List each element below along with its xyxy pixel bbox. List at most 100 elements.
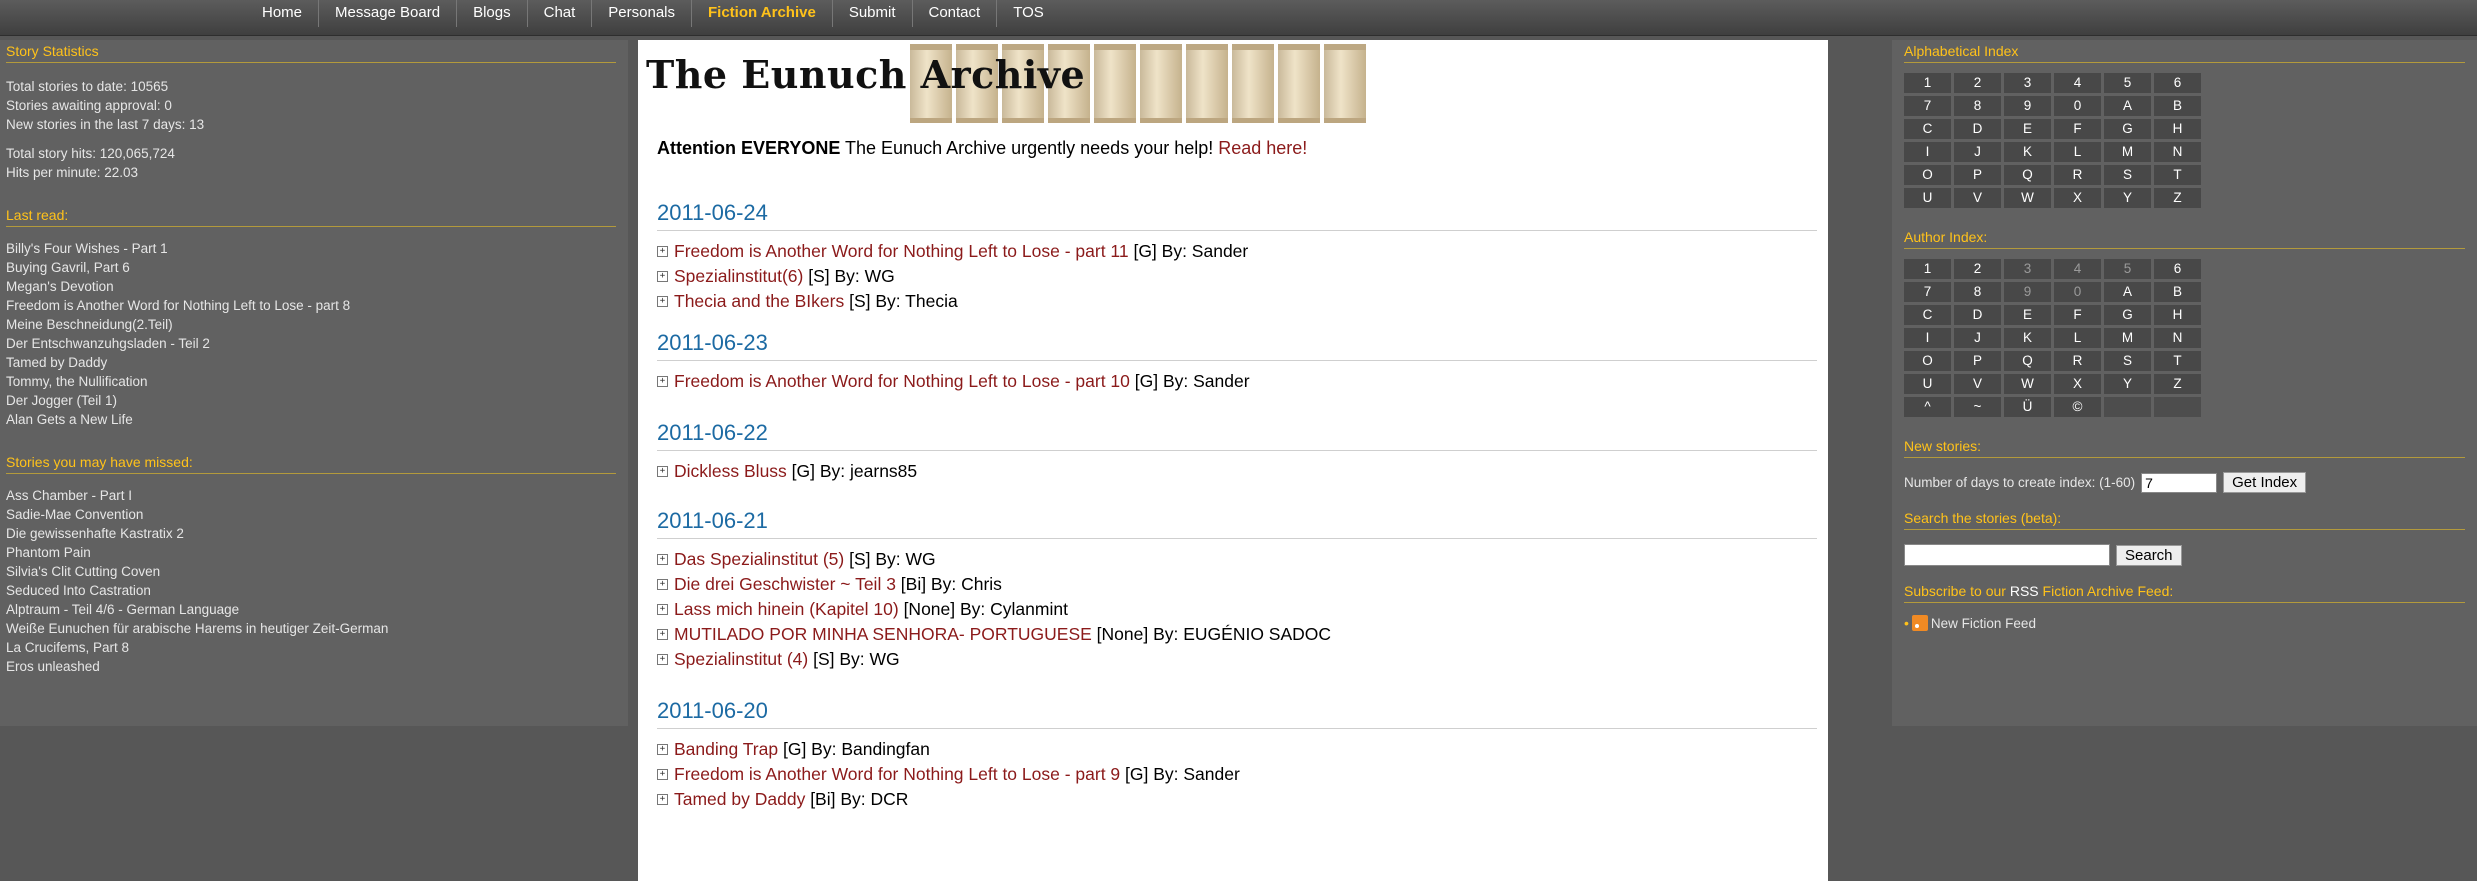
alpha-index-cell[interactable]: 3 [2004,73,2051,93]
missed-item[interactable]: Seduced Into Castration [6,581,622,600]
author-index-cell[interactable]: 0 [2054,282,2101,302]
story-title[interactable]: MUTILADO POR MINHA SENHORA- PORTUGUESE [674,622,1092,647]
last-read-item[interactable]: Der Entschwanzuhgsladen - Teil 2 [6,334,622,353]
author-index-cell[interactable]: N [2154,328,2201,348]
author-index-cell[interactable]: 8 [1954,282,2001,302]
author-index-cell[interactable]: H [2154,305,2201,325]
story-title[interactable]: Spezialinstitut(6) [674,264,803,289]
expand-icon[interactable]: + [657,246,668,257]
alpha-index-cell[interactable]: G [2104,119,2151,139]
read-here-link[interactable]: Read here! [1218,138,1307,158]
alpha-index-cell[interactable]: 9 [2004,96,2051,116]
last-read-item[interactable]: Der Jogger (Teil 1) [6,391,622,410]
author-index-cell[interactable]: L [2054,328,2101,348]
alpha-index-cell[interactable]: V [1954,188,2001,208]
alpha-index-cell[interactable]: X [2054,188,2101,208]
author-index-cell[interactable]: 7 [1904,282,1951,302]
author-index-cell[interactable]: K [2004,328,2051,348]
last-read-item[interactable]: Freedom is Another Word for Nothing Left… [6,296,622,315]
author-index-cell[interactable]: 9 [2004,282,2051,302]
author-index-cell[interactable]: © [2054,397,2101,417]
last-read-item[interactable]: Buying Gavril, Part 6 [6,258,622,277]
expand-icon[interactable]: + [657,376,668,387]
alpha-index-cell[interactable]: E [2004,119,2051,139]
alpha-index-cell[interactable]: 2 [1954,73,2001,93]
author-index-cell[interactable]: 4 [2054,259,2101,279]
author-index-cell[interactable]: S [2104,351,2151,371]
story-title[interactable]: Die drei Geschwister ~ Teil 3 [674,572,896,597]
alpha-index-cell[interactable]: 1 [1904,73,1951,93]
nav-item-fiction-archive[interactable]: Fiction Archive [692,0,833,27]
missed-item[interactable]: Ass Chamber - Part I [6,486,622,505]
author-index-cell[interactable]: J [1954,328,2001,348]
alpha-index-cell[interactable]: T [2154,165,2201,185]
alpha-index-cell[interactable]: Z [2154,188,2201,208]
author-index-cell[interactable]: D [1954,305,2001,325]
alpha-index-cell[interactable]: O [1904,165,1951,185]
alpha-index-cell[interactable]: H [2154,119,2201,139]
author-index-cell[interactable]: A [2104,282,2151,302]
alpha-index-cell[interactable]: 0 [2054,96,2101,116]
story-title[interactable]: Freedom is Another Word for Nothing Left… [674,369,1130,394]
author-index-cell[interactable]: Q [2004,351,2051,371]
missed-item[interactable]: Alptraum - Teil 4/6 - German Language [6,600,622,619]
author-index-cell[interactable]: Y [2104,374,2151,394]
alpha-index-cell[interactable]: C [1904,119,1951,139]
author-index-cell[interactable]: O [1904,351,1951,371]
alpha-index-cell[interactable]: Y [2104,188,2151,208]
missed-item[interactable]: Sadie-Mae Convention [6,505,622,524]
alpha-index-cell[interactable]: R [2054,165,2101,185]
alpha-index-cell[interactable]: M [2104,142,2151,162]
nav-item-blogs[interactable]: Blogs [457,0,528,27]
author-index-cell[interactable]: F [2054,305,2101,325]
expand-icon[interactable]: + [657,769,668,780]
missed-item[interactable]: La Crucifems, Part 8 [6,638,622,657]
author-index-cell[interactable]: W [2004,374,2051,394]
missed-item[interactable]: Silvia's Clit Cutting Coven [6,562,622,581]
alpha-index-cell[interactable]: L [2054,142,2101,162]
author-index-cell[interactable]: V [1954,374,2001,394]
days-input[interactable] [2141,472,2218,493]
author-index-cell[interactable]: Ü [2004,397,2051,417]
rss-feed-item[interactable]: • New Fiction Feed [1904,615,2465,631]
alpha-index-cell[interactable]: Q [2004,165,2051,185]
author-index-cell[interactable]: T [2154,351,2201,371]
author-index-cell[interactable]: I [1904,328,1951,348]
alpha-index-cell[interactable]: J [1954,142,2001,162]
alpha-index-cell[interactable]: K [2004,142,2051,162]
story-title[interactable]: Thecia and the BIkers [674,289,844,314]
nav-item-home[interactable]: Home [246,0,320,27]
expand-icon[interactable]: + [657,744,668,755]
alpha-index-cell[interactable]: D [1954,119,2001,139]
alpha-index-cell[interactable]: 6 [2154,73,2201,93]
author-index-cell[interactable]: G [2104,305,2151,325]
author-index-cell[interactable]: X [2054,374,2101,394]
story-title[interactable]: Dickless Bluss [674,459,787,484]
missed-item[interactable]: Die gewissenhafte Kastratix 2 [6,524,622,543]
author-index-cell[interactable]: ^ [1904,397,1951,417]
expand-icon[interactable]: + [657,271,668,282]
alpha-index-cell[interactable]: N [2154,142,2201,162]
nav-item-tos[interactable]: TOS [997,0,1060,27]
last-read-item[interactable]: Meine Beschneidung(2.Teil) [6,315,622,334]
author-index-cell[interactable]: M [2104,328,2151,348]
alpha-index-cell[interactable]: 8 [1954,96,2001,116]
story-title[interactable]: Banding Trap [674,737,778,762]
expand-icon[interactable]: + [657,554,668,565]
nav-item-personals[interactable]: Personals [592,0,692,27]
author-index-cell[interactable]: 3 [2004,259,2051,279]
missed-item[interactable]: Phantom Pain [6,543,622,562]
story-title[interactable]: Das Spezialinstitut (5) [674,547,844,572]
last-read-item[interactable]: Megan's Devotion [6,277,622,296]
author-index-cell[interactable]: P [1954,351,2001,371]
expand-icon[interactable]: + [657,604,668,615]
search-button[interactable]: Search [2116,544,2182,566]
author-index-cell[interactable]: ~ [1954,397,2001,417]
author-index-cell[interactable]: 6 [2154,259,2201,279]
author-index-cell[interactable]: Z [2154,374,2201,394]
alpha-index-cell[interactable]: I [1904,142,1951,162]
author-index-cell[interactable]: C [1904,305,1951,325]
author-index-cell[interactable]: B [2154,282,2201,302]
nav-item-message-board[interactable]: Message Board [319,0,458,27]
story-title[interactable]: Freedom is Another Word for Nothing Left… [674,239,1129,264]
